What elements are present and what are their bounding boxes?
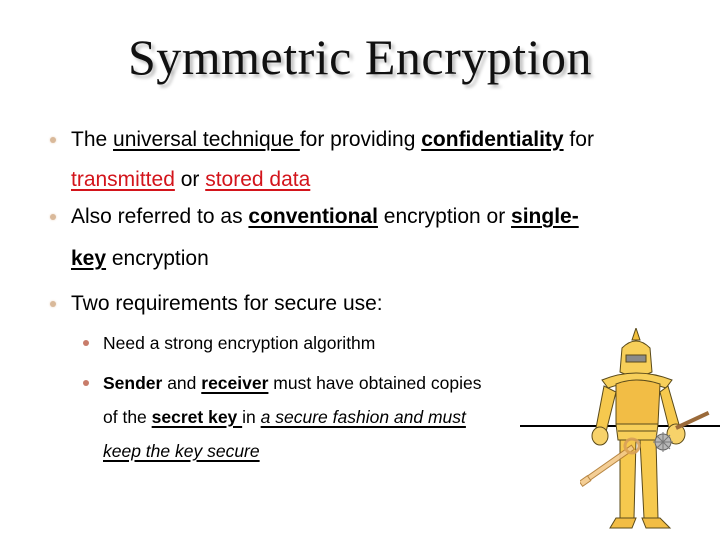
bullet-1-line-2: transmitted or stored data xyxy=(71,168,310,192)
text: encryption xyxy=(106,247,209,270)
link-stored-data[interactable]: stored data xyxy=(205,168,310,191)
term-keep-key-secure: keep the key secure xyxy=(103,441,260,461)
left-gauntlet xyxy=(591,426,609,446)
sub-bullet-marker xyxy=(83,380,89,386)
waist-plates xyxy=(615,423,659,441)
text: Need a strong encryption algorithm xyxy=(103,333,376,353)
bullet-1-line-1: The universal technique for providing co… xyxy=(71,128,594,152)
text: and xyxy=(162,373,202,393)
text: Also referred to as xyxy=(71,205,249,228)
right-leg xyxy=(639,439,659,519)
text: or xyxy=(174,168,206,191)
term-sender: Sender xyxy=(103,373,163,393)
sub-bullet-marker xyxy=(83,340,89,346)
text: for providing xyxy=(299,128,422,151)
text: encryption or xyxy=(377,205,512,228)
slide: Symmetric Encryption The universal techn… xyxy=(0,0,720,540)
left-boot xyxy=(609,517,637,529)
sub-bullet-2-line-3: keep the key secure xyxy=(103,441,260,462)
link-transmitted[interactable]: transmitted xyxy=(71,168,175,191)
bullet-2-line-2: key encryption xyxy=(71,247,209,271)
term-conventional: conventional xyxy=(248,205,378,228)
text: for xyxy=(563,128,594,151)
right-boot xyxy=(641,517,672,529)
bullet-marker xyxy=(50,301,56,307)
term-secret-key: secret key xyxy=(151,407,243,427)
sub-bullet-2-line-1: Sender and receiver must have obtained c… xyxy=(103,373,481,394)
text: Two requirements for secure use: xyxy=(71,292,383,315)
term-universal-technique: universal technique xyxy=(113,128,300,151)
term-key: key xyxy=(71,247,107,270)
bullet-3-line-1: Two requirements for secure use: xyxy=(71,292,383,316)
term-secure-fashion: a secure fashion and must xyxy=(260,407,466,427)
left-arm xyxy=(595,385,617,433)
helmet-crest xyxy=(631,328,641,341)
bullet-marker xyxy=(50,137,56,143)
term-single: single- xyxy=(511,205,579,228)
helmet-visor xyxy=(625,354,647,363)
term-receiver: receiver xyxy=(201,373,269,393)
slide-title: Symmetric Encryption xyxy=(127,29,593,85)
text: The xyxy=(71,128,114,151)
sub-bullet-2-line-2: of the secret key in a secure fashion an… xyxy=(103,407,466,428)
text: in xyxy=(242,407,261,427)
bullet-2-line-1: Also referred to as conventional encrypt… xyxy=(71,205,579,229)
term-confidentiality: confidentiality xyxy=(421,128,564,151)
sub-bullet-1-line-1: Need a strong encryption algorithm xyxy=(103,333,375,354)
knight-illustration xyxy=(580,328,710,529)
text: of the xyxy=(103,407,152,427)
bullet-marker xyxy=(50,214,56,220)
breastplate xyxy=(615,379,661,429)
text: must have obtained copies xyxy=(268,373,482,393)
